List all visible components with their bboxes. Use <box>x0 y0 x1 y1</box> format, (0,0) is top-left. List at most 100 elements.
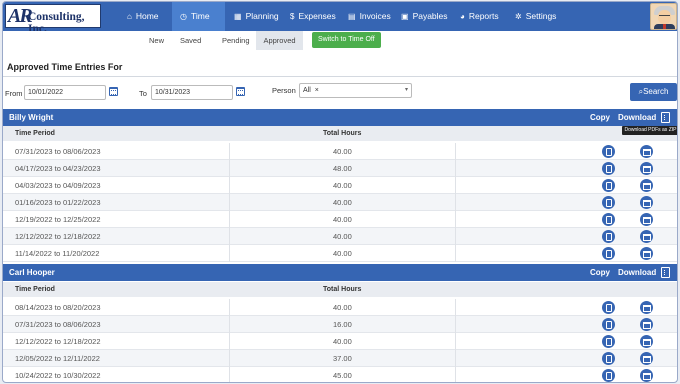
download-zip-tooltip: Download PDFs as ZIP <box>622 126 677 135</box>
print-icon[interactable] <box>640 162 653 175</box>
employee-group-header: Billy Wright Copy Download <box>3 109 677 126</box>
row-hours: 40.00 <box>333 215 352 224</box>
to-calendar-icon[interactable] <box>236 87 245 96</box>
nav-invoices-label: Invoices <box>359 11 391 21</box>
print-icon[interactable] <box>640 145 653 158</box>
sub-tabs: New Saved Pending Approved Switch to Tim… <box>3 31 677 51</box>
copy-button[interactable]: Copy <box>590 109 610 126</box>
view-timesheet-icon[interactable] <box>602 247 615 260</box>
to-label: To <box>139 89 147 98</box>
nav-expenses-label: Expenses <box>298 11 336 21</box>
copy-button[interactable]: Copy <box>590 264 610 281</box>
switch-to-time-off-button[interactable]: Switch to Time Off <box>312 32 381 48</box>
gear-icon: ✲ <box>515 12 522 21</box>
dollar-icon: $ <box>290 12 295 21</box>
row-period: 04/17/2023 to 04/23/2023 <box>15 164 101 173</box>
nav-payables[interactable]: ▣ Payables <box>393 2 456 31</box>
nav-reports[interactable]: ◕ Reports <box>452 2 507 31</box>
table-row: 12/19/2022 to 12/25/2022 40.00 <box>3 211 677 228</box>
nav-planning[interactable]: ▦ Planning <box>226 2 287 31</box>
view-timesheet-icon[interactable] <box>602 179 615 192</box>
print-icon[interactable] <box>640 369 653 382</box>
download-button[interactable]: Download <box>618 264 656 281</box>
app-window: AR Consulting, Inc. ⌂ Home ◷ Time ▦ Plannin… <box>2 1 678 383</box>
view-timesheet-icon[interactable] <box>602 213 615 226</box>
row-hours: 40.00 <box>333 147 352 156</box>
nav-home-label: Home <box>135 11 159 21</box>
print-icon[interactable] <box>640 318 653 331</box>
table-row: 04/17/2023 to 04/23/2023 48.00 <box>3 160 677 177</box>
col-time-period: Time Period <box>15 130 55 137</box>
nav-time[interactable]: ◷ Time <box>172 2 225 31</box>
download-zip-icon[interactable] <box>661 112 670 123</box>
table-row: 01/16/2023 to 01/22/2023 40.00 <box>3 194 677 211</box>
view-timesheet-icon[interactable] <box>602 145 615 158</box>
chevron-down-icon: ▾ <box>404 87 408 93</box>
table-header: Time Period Total Hours <box>3 282 677 297</box>
search-label: Search <box>643 87 669 96</box>
table-row: 08/14/2023 to 08/20/2023 40.00 <box>3 299 677 316</box>
view-timesheet-icon[interactable] <box>602 335 615 348</box>
row-hours: 40.00 <box>333 198 352 207</box>
print-icon[interactable] <box>640 196 653 209</box>
print-icon[interactable] <box>640 352 653 365</box>
table-row: 10/24/2022 to 10/30/2022 45.00 <box>3 367 677 382</box>
col-time-period: Time Period <box>15 286 55 293</box>
company-logo[interactable]: AR Consulting, Inc. <box>5 4 101 35</box>
row-period: 12/19/2022 to 12/25/2022 <box>15 215 101 224</box>
payables-icon: ▣ <box>401 12 409 21</box>
nav-reports-label: Reports <box>468 11 499 21</box>
print-icon[interactable] <box>640 301 653 314</box>
download-zip-icon[interactable] <box>661 267 670 278</box>
nav-expenses[interactable]: $ Expenses <box>282 2 344 31</box>
row-period: 08/14/2023 to 08/20/2023 <box>15 303 101 312</box>
print-icon[interactable] <box>640 213 653 226</box>
download-button[interactable]: Download <box>618 109 656 126</box>
home-icon: ⌂ <box>127 12 132 21</box>
nav-payables-label: Payables <box>412 11 448 21</box>
table-row: 12/05/2022 to 12/11/2022 37.00 <box>3 350 677 367</box>
user-avatar[interactable] <box>650 3 677 30</box>
col-total-hours: Total Hours <box>323 286 362 293</box>
calendar-icon: ▦ <box>234 12 242 21</box>
pie-chart-icon: ◕ <box>460 12 465 21</box>
row-hours: 37.00 <box>333 354 352 363</box>
to-date-input[interactable]: 10/31/2023 <box>151 85 233 100</box>
print-icon[interactable] <box>640 335 653 348</box>
search-button[interactable]: ⌕Search <box>630 83 677 101</box>
view-timesheet-icon[interactable] <box>602 230 615 243</box>
tab-new[interactable]: New <box>143 31 170 50</box>
nav-invoices[interactable]: ▤ Invoices <box>340 2 399 31</box>
clock-icon: ◷ <box>180 12 187 21</box>
view-timesheet-icon[interactable] <box>602 369 615 382</box>
from-label: From <box>5 89 23 98</box>
table-row: 11/14/2022 to 11/20/2022 40.00 <box>3 245 677 262</box>
row-hours: 40.00 <box>333 337 352 346</box>
print-icon[interactable] <box>640 179 653 192</box>
view-timesheet-icon[interactable] <box>602 318 615 331</box>
row-period: 11/14/2022 to 11/20/2022 <box>15 249 100 258</box>
tab-saved[interactable]: Saved <box>174 31 207 50</box>
print-icon[interactable] <box>640 247 653 260</box>
row-hours: 48.00 <box>333 164 352 173</box>
nav-settings[interactable]: ✲ Settings <box>507 2 564 31</box>
from-date-input[interactable]: 10/01/2022 <box>24 85 106 100</box>
nav-home[interactable]: ⌂ Home <box>119 2 167 31</box>
table-row: 12/12/2022 to 12/18/2022 40.00 <box>3 228 677 245</box>
tab-approved[interactable]: Approved <box>256 31 303 50</box>
person-select[interactable]: All × ▾ <box>299 83 412 98</box>
from-calendar-icon[interactable] <box>109 87 118 96</box>
table-row: 07/31/2023 to 08/06/2023 40.00 <box>3 143 677 160</box>
row-hours: 40.00 <box>333 181 352 190</box>
print-icon[interactable] <box>640 230 653 243</box>
view-timesheet-icon[interactable] <box>602 301 615 314</box>
table-row: 07/31/2023 to 08/06/2023 16.00 <box>3 316 677 333</box>
table-row: 04/03/2023 to 04/09/2023 40.00 <box>3 177 677 194</box>
view-timesheet-icon[interactable] <box>602 196 615 209</box>
clear-person-icon[interactable]: × <box>315 87 319 94</box>
top-nav: AR Consulting, Inc. ⌂ Home ◷ Time ▦ Plannin… <box>3 2 677 35</box>
tab-pending[interactable]: Pending <box>216 31 256 50</box>
col-total-hours: Total Hours <box>323 130 362 137</box>
view-timesheet-icon[interactable] <box>602 352 615 365</box>
view-timesheet-icon[interactable] <box>602 162 615 175</box>
